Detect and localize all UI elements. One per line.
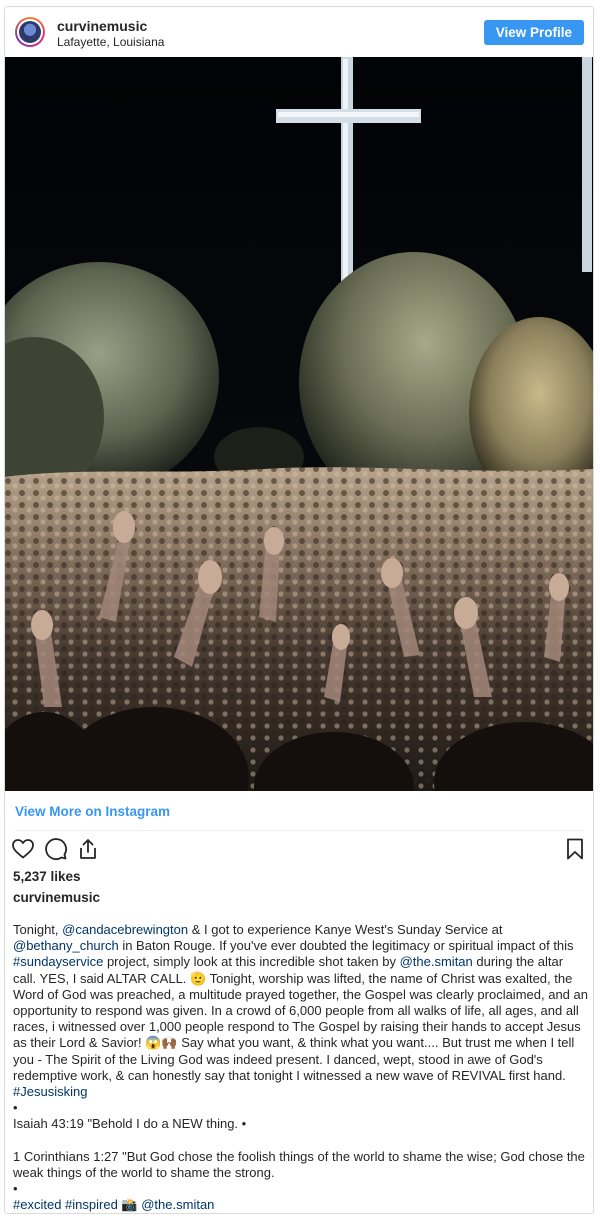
mention-the-smitan[interactable]: @the.smitan: [400, 954, 473, 969]
post-owner-username[interactable]: curvinemusic: [13, 890, 100, 905]
caption-text: & I got to experience Kanye West's Sunda…: [188, 922, 503, 937]
heart-icon: [12, 839, 34, 859]
post-caption: Tonight, @candacebrewington & I got to e…: [13, 922, 588, 1213]
comment-icon: [45, 838, 67, 860]
caption-text: during the altar call. YES, I said ALTAR…: [13, 954, 588, 1083]
caption-text: project, simply look at this incredible …: [103, 954, 400, 970]
share-icon: [80, 839, 96, 859]
header-location[interactable]: Lafayette, Louisiana: [57, 35, 164, 49]
crowd-worship-photo: [5, 57, 593, 791]
hashtag-jesusisking[interactable]: #Jesusisking: [13, 1084, 87, 1099]
mention-candacebrewington[interactable]: @candacebrewington: [62, 922, 188, 937]
caption-isaiah-verse: Isaiah 43:19 "Behold I do a NEW thing. •: [13, 1116, 247, 1132]
hashtag-excited[interactable]: #excited: [13, 1197, 61, 1212]
instagram-embed-card: curvinemusic Lafayette, Louisiana View P…: [4, 6, 594, 1214]
hashtag-sundayservice[interactable]: #sundayservice: [13, 954, 103, 969]
caption-paragraph: Tonight, @candacebrewington & I got to e…: [13, 922, 588, 1100]
camera-emoji: 📸: [117, 1197, 142, 1213]
caption-text: in Baton Rouge. If you've ever doubted t…: [118, 938, 574, 954]
action-bar: [5, 837, 593, 863]
avatar-ring: [17, 19, 43, 45]
view-more-on-instagram-link[interactable]: View More on Instagram: [15, 804, 170, 819]
save-button[interactable]: [563, 837, 587, 861]
hashtag-inspired[interactable]: #inspired: [65, 1197, 118, 1212]
comment-button[interactable]: [44, 837, 68, 861]
header-username[interactable]: curvinemusic: [57, 18, 147, 34]
like-count[interactable]: 5,237 likes: [13, 869, 81, 884]
mention-the-smitan[interactable]: @the.smitan: [141, 1197, 214, 1212]
bookmark-icon: [567, 838, 583, 860]
post-photo[interactable]: [5, 57, 593, 791]
like-button[interactable]: [11, 837, 35, 861]
avatar[interactable]: [15, 17, 45, 47]
avatar-image: [19, 21, 41, 43]
share-button[interactable]: [76, 837, 100, 861]
caption-bullet: •: [13, 1181, 18, 1197]
view-profile-button[interactable]: View Profile: [483, 20, 584, 45]
mention-bethany-church[interactable]: @bethany_church: [13, 938, 119, 953]
post-header: curvinemusic Lafayette, Louisiana View P…: [5, 7, 593, 57]
divider: [15, 830, 583, 831]
caption-corinthians-verse: 1 Corinthians 1:27 "But God chose the fo…: [13, 1148, 585, 1180]
caption-text: Tonight,: [13, 922, 63, 937]
caption-bullet: •: [13, 1100, 18, 1116]
caption-hashtags: #excited #inspired 📸 @the.smitan: [13, 1197, 588, 1213]
